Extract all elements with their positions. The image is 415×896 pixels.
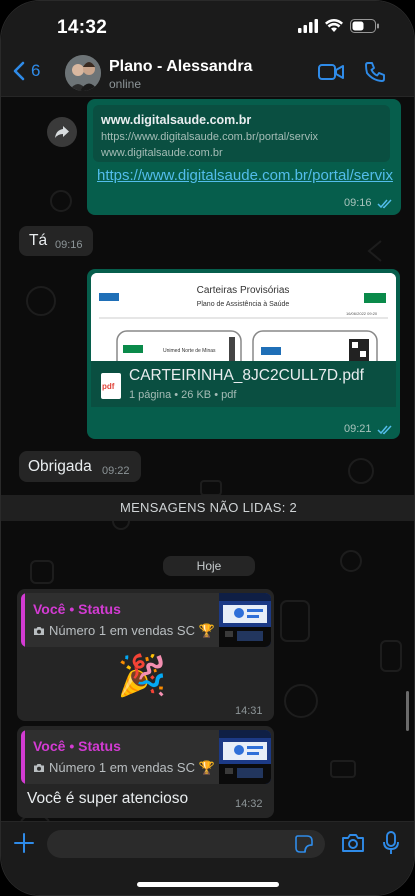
plus-icon[interactable] — [13, 832, 35, 854]
quote-accent-bar — [21, 593, 25, 647]
video-call-icon[interactable] — [318, 63, 344, 81]
link-preview-url: https://www.digitalsaude.com.br/portal/s… — [101, 131, 319, 143]
link-preview-domain: www.digitalsaude.com.br — [101, 113, 252, 127]
quote-subtitle: Número 1 em vendas SC 🏆 — [33, 760, 215, 776]
back-button[interactable]: 6 — [13, 61, 40, 81]
message-time: 14:31 — [235, 705, 263, 717]
message-time: 09:16 — [55, 239, 83, 251]
battery-icon — [350, 19, 379, 33]
document-preview[interactable]: Carteiras Provisórias Plano de Assistênc… — [91, 273, 396, 361]
message-time: 09:16 — [344, 197, 372, 209]
message-text: Obrigada — [28, 458, 92, 475]
scrollbar[interactable] — [406, 691, 409, 731]
clock: 14:32 — [57, 17, 108, 38]
home-indicator[interactable] — [137, 882, 279, 887]
status-quote[interactable]: Você • Status Número 1 em vendas SC 🏆 — [21, 730, 271, 784]
status-thumbnail — [219, 730, 271, 784]
document-card-text: Unimed Norte de Minas — [163, 348, 216, 354]
message-link[interactable]: www.digitalsaude.com.br https://www.digi… — [87, 99, 401, 215]
phone-screen: 14:32 6 Plano - Alessandra online www.di… — [0, 0, 415, 896]
contact-name[interactable]: Plano - Alessandra — [109, 58, 252, 76]
message-composer — [1, 821, 414, 895]
message-text: Tá — [29, 232, 48, 249]
document-title: Carteiras Provisórias — [197, 285, 290, 296]
message-input[interactable] — [47, 830, 325, 858]
status-bar: 14:32 — [1, 1, 414, 49]
document-file-info: 1 página • 26 KB • pdf — [129, 389, 237, 401]
sticker-icon[interactable] — [295, 835, 313, 853]
date-chip: Hoje — [163, 556, 255, 576]
document-date: 16/06/2022 09:20 — [346, 311, 378, 316]
link-preview-url-short: www.digitalsaude.com.br — [101, 147, 223, 159]
document-file-name: CARTEIRINHA_8JC2CULL7D.pdf — [129, 367, 364, 384]
document-subtitle: Plano de Assistência à Saúde — [197, 301, 290, 308]
chat-header: 6 Plano - Alessandra online — [1, 49, 414, 97]
link-preview[interactable]: www.digitalsaude.com.br https://www.digi… — [93, 105, 390, 162]
avatar[interactable] — [65, 55, 101, 91]
camera-icon — [34, 764, 44, 772]
message-time: 09:21 — [344, 423, 372, 435]
message-status-reply[interactable]: Você • Status Número 1 em vendas SC 🏆 — [17, 589, 274, 721]
message-time: 09:22 — [102, 465, 130, 477]
contact-status: online — [109, 77, 142, 91]
chevron-left-icon — [13, 61, 25, 81]
read-ticks-icon — [377, 425, 392, 435]
message-text: Você é super atencioso — [27, 790, 189, 807]
message-time: 14:32 — [235, 798, 263, 810]
quote-subtitle: Número 1 em vendas SC 🏆 — [33, 623, 215, 639]
camera-icon — [34, 627, 44, 635]
read-ticks-icon — [377, 199, 392, 209]
signal-icon — [298, 19, 318, 33]
forward-icon — [55, 126, 69, 138]
message-incoming[interactable]: Tá 09:16 — [19, 226, 93, 256]
message-document[interactable]: Carteiras Provisórias Plano de Assistênc… — [87, 269, 400, 439]
message-link-text[interactable]: https://www.digitalsaude.com.br/portal/s… — [97, 166, 393, 186]
document-info[interactable]: pdf CARTEIRINHA_8JC2CULL7D.pdf 1 página … — [91, 361, 396, 407]
message-status-reply[interactable]: Você • Status Número 1 em vendas SC 🏆 — [17, 726, 274, 818]
unread-chats-count: 6 — [31, 61, 41, 80]
quote-title: Você • Status — [33, 601, 121, 617]
status-thumbnail — [219, 593, 271, 647]
message-incoming[interactable]: Obrigada 09:22 — [19, 451, 141, 482]
quote-accent-bar — [21, 730, 25, 784]
status-quote[interactable]: Você • Status Número 1 em vendas SC 🏆 — [21, 593, 271, 647]
pdf-file-icon: pdf — [101, 373, 121, 399]
microphone-icon[interactable] — [382, 831, 400, 855]
unread-messages-divider: MENSAGENS NÃO LIDAS: 2 — [1, 495, 414, 521]
camera-icon[interactable] — [341, 833, 365, 853]
message-emoji: 🎉 — [117, 654, 167, 698]
wifi-icon — [325, 19, 343, 32]
phone-call-icon[interactable] — [364, 61, 386, 83]
forward-button[interactable] — [47, 117, 77, 147]
status-icons — [298, 19, 380, 33]
quote-title: Você • Status — [33, 738, 121, 754]
